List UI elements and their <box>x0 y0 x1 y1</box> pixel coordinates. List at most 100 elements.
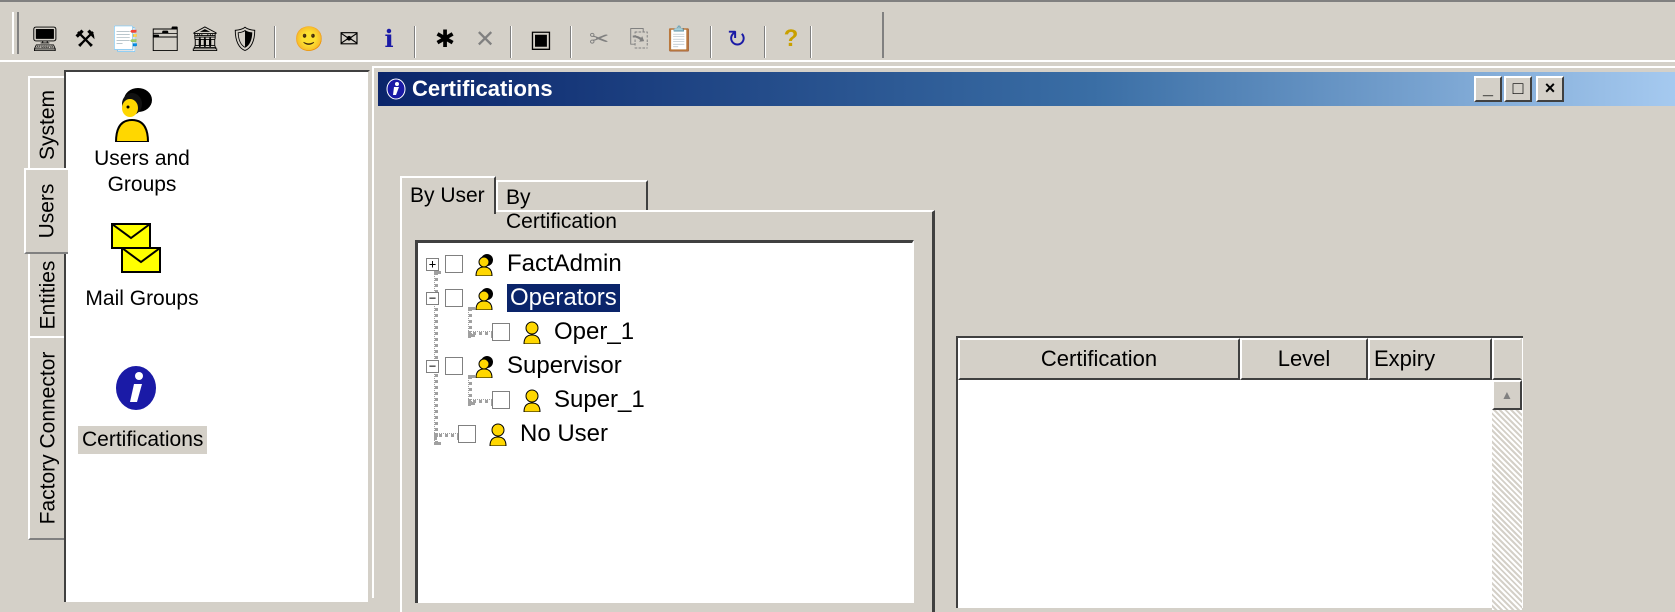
user-icon <box>523 321 541 344</box>
mail-groups-icon <box>111 223 161 273</box>
mail-groups-item[interactable] <box>110 222 166 274</box>
tab-by-user[interactable]: By User <box>400 176 496 214</box>
tab-users[interactable]: Users <box>24 168 68 254</box>
tab-by-certification[interactable]: By Certification <box>496 180 648 233</box>
checkbox[interactable] <box>445 357 463 375</box>
info-icon <box>116 366 156 410</box>
toolbar: 🖥 ⚒ 📑 🗂 🏛 🛡 🙂 ✉ ℹ ✱ ✕ ▣ ✂ ⎘ 📋 ↻? <box>0 0 1675 62</box>
tools-button[interactable]: ⚒ <box>70 24 100 54</box>
tree-node-oper-1[interactable]: Oper_1 <box>492 317 634 347</box>
toolbar-separator <box>764 26 766 58</box>
vertical-scrollbar[interactable]: ▲ <box>1492 380 1522 610</box>
checkbox[interactable] <box>492 391 510 409</box>
users-and-groups-item[interactable] <box>108 82 160 143</box>
gear-icon: ✱ <box>434 25 456 53</box>
whats-this-icon: 🖥 <box>29 25 61 53</box>
tree-node-label: FactAdmin <box>507 250 622 277</box>
help-button[interactable]: ? <box>776 24 806 54</box>
certifications-label[interactable]: Certifications <box>78 426 208 454</box>
cross-icon: ✕ <box>474 25 496 53</box>
tree-node-label: Supervisor <box>507 352 622 379</box>
hierarchy-button[interactable]: 🗂 <box>150 24 180 54</box>
user-icon <box>523 389 541 412</box>
tab-factory-connector[interactable]: Factory Connector <box>28 336 66 540</box>
maximize-button[interactable]: □ <box>1504 76 1532 102</box>
navigator-panel: Users and Groups Mail Groups Certificati… <box>64 70 370 602</box>
info-icon: ℹ <box>384 25 394 53</box>
group-icon <box>475 288 493 310</box>
tab-by-user-label: By User <box>410 184 485 207</box>
checkbox[interactable] <box>492 323 510 341</box>
copy-icon: ⎘ <box>629 25 649 52</box>
column-header-level[interactable]: Level <box>1240 338 1368 380</box>
cross-button[interactable]: ✕ <box>470 24 500 54</box>
tree-line <box>468 331 494 335</box>
tree-node-supervisor[interactable]: − Supervisor <box>426 351 622 381</box>
tree-node-super-1[interactable]: Super_1 <box>492 385 645 415</box>
tree-node-factadmin[interactable]: + FactAdmin <box>426 249 622 279</box>
checkbox[interactable] <box>458 425 476 443</box>
certification-list[interactable]: Certification Level Expiry ▲ <box>956 336 1523 610</box>
mail-groups-label[interactable]: Mail Groups <box>42 286 242 312</box>
window-icon: ▣ <box>529 25 553 53</box>
tree-node-label: Super_1 <box>554 386 645 413</box>
shield-icon: 🛡 <box>229 25 261 53</box>
shield-button[interactable]: 🛡 <box>230 24 260 54</box>
column-header-filler <box>1492 338 1522 380</box>
cut-button[interactable]: ✂ <box>584 24 614 54</box>
tree-node-no-user[interactable]: No User <box>458 419 608 449</box>
checkbox[interactable] <box>445 289 463 307</box>
checkbox[interactable] <box>445 255 463 273</box>
refresh-button[interactable]: ↻ <box>722 24 752 54</box>
copy-objects-button[interactable]: 📑 <box>110 24 140 54</box>
minimize-button[interactable]: _ <box>1474 76 1502 102</box>
certifications-item[interactable] <box>114 364 158 412</box>
column-header-expiry[interactable]: Expiry <box>1368 338 1492 380</box>
tree-line <box>468 399 494 403</box>
group-icon <box>475 356 493 378</box>
tree-node-label: Oper_1 <box>554 318 635 345</box>
tab-users-label: Users <box>35 183 58 239</box>
mail-button[interactable]: ✉ <box>334 24 364 54</box>
user-icon <box>489 423 507 446</box>
title-bar[interactable]: Certifications _ □ × <box>378 72 1675 106</box>
tab-factory-connector-label: Factory Connector <box>36 351 59 525</box>
collapse-icon[interactable]: − <box>426 359 439 373</box>
toolbar-grip[interactable] <box>12 12 19 54</box>
building-button[interactable]: 🏛 <box>190 24 220 54</box>
copy-button[interactable]: ⎘ <box>624 24 654 54</box>
window-title: Certifications <box>412 76 553 101</box>
info-button[interactable]: ℹ <box>374 24 404 54</box>
user-button[interactable]: 🙂 <box>294 24 324 54</box>
toolbar-separator <box>510 26 512 58</box>
paste-button[interactable]: 📋 <box>664 24 694 54</box>
collapse-icon[interactable]: − <box>426 291 439 305</box>
gear-button[interactable]: ✱ <box>430 24 460 54</box>
paste-icon: 📋 <box>664 25 694 53</box>
group-icon <box>475 254 493 276</box>
toolbar-separator <box>710 26 712 58</box>
copy-objects-icon: 📑 <box>110 25 140 53</box>
toolbar-separator <box>810 26 812 58</box>
tree-node-operators[interactable]: − Operators <box>426 283 621 313</box>
tools-icon: ⚒ <box>74 25 96 53</box>
hierarchy-icon: 🗂 <box>149 25 181 53</box>
users-groups-icon <box>114 88 152 143</box>
expand-icon[interactable]: + <box>426 257 439 271</box>
window-button[interactable]: ▣ <box>526 24 556 54</box>
users-and-groups-label-line2: Groups <box>107 173 177 196</box>
refresh-icon: ↻ <box>726 25 748 53</box>
scroll-up-button[interactable]: ▲ <box>1492 380 1522 410</box>
user-icon: 🙂 <box>294 25 324 53</box>
whats-this-button[interactable]: 🖥 <box>30 24 60 54</box>
users-and-groups-label[interactable]: Users and Groups <box>42 146 242 198</box>
mail-icon: ✉ <box>338 25 360 53</box>
help-icon: ? <box>783 25 799 52</box>
tree-node-label: No User <box>520 420 609 447</box>
user-tree[interactable]: + FactAdmin − Operators Oper_1 − Supervi… <box>415 240 914 603</box>
cut-icon: ✂ <box>588 25 610 53</box>
close-button[interactable]: × <box>1536 76 1564 102</box>
column-header-certification[interactable]: Certification <box>958 338 1240 380</box>
users-and-groups-label-line1: Users and <box>94 147 190 170</box>
toolbar-separator <box>414 26 416 58</box>
